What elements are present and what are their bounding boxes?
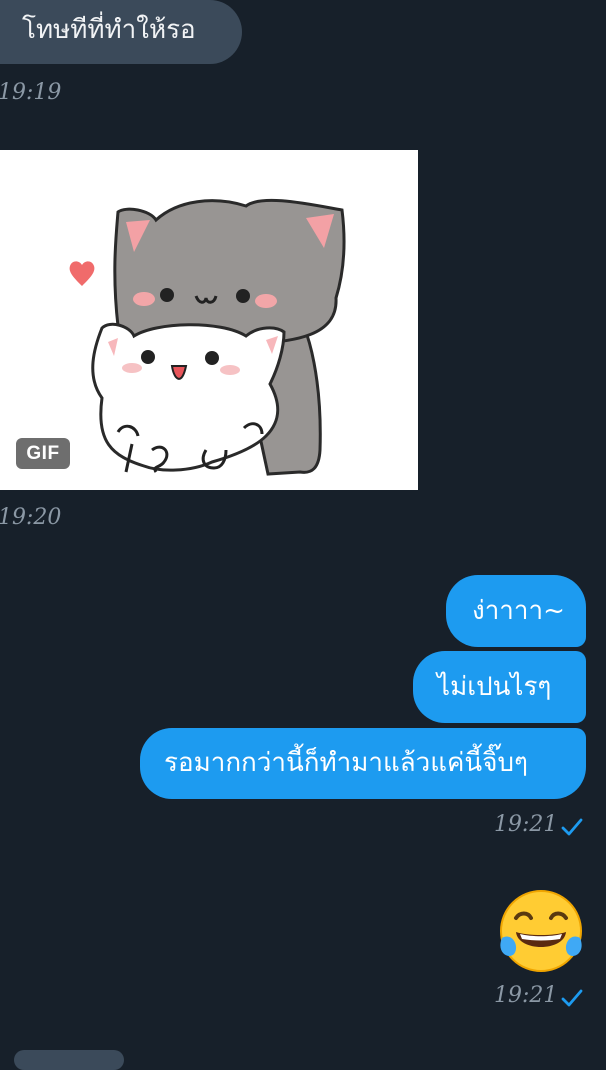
outgoing-message-bubble-1[interactable]: ง่าาาา~ bbox=[446, 575, 586, 647]
outgoing-message-bubble-2[interactable]: ไม่เปนไรๆ bbox=[413, 651, 586, 723]
next-incoming-bubble-edge bbox=[14, 1050, 124, 1070]
face-with-tears-of-joy-icon[interactable] bbox=[498, 888, 584, 974]
emoji-message-timestamp: 19:21 bbox=[494, 983, 558, 1008]
incoming-message-timestamp: 19:19 bbox=[0, 80, 62, 105]
check-icon bbox=[561, 818, 583, 836]
outgoing-message-timestamp: 19:21 bbox=[494, 812, 558, 837]
gif-message-timestamp: 19:20 bbox=[0, 505, 62, 530]
heart-icon bbox=[69, 261, 95, 286]
incoming-message-bubble[interactable]: โทษทีที่ทำให้รอ bbox=[0, 0, 242, 64]
gif-badge: GIF bbox=[16, 438, 70, 469]
check-icon bbox=[561, 989, 583, 1007]
outgoing-message-bubble-3[interactable]: รอมากกว่านี้ก็ทำมาแล้วแค่นี้จิ๊บๆ bbox=[140, 728, 586, 799]
